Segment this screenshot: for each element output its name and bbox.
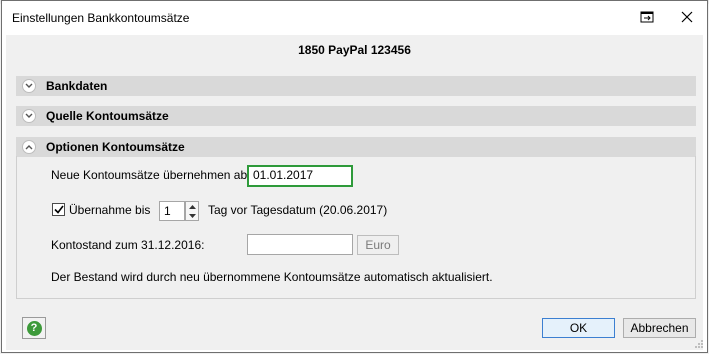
help-icon: ?	[26, 320, 42, 336]
kontostand-input[interactable]	[247, 234, 353, 255]
close-icon	[681, 11, 693, 23]
title-bar[interactable]: Einstellungen Bankkontoumsätze	[2, 1, 707, 35]
currency-unit: Euro	[357, 235, 399, 255]
spin-down-icon[interactable]	[186, 211, 198, 220]
help-button[interactable]: ?	[22, 317, 46, 339]
cancel-button[interactable]: Abbrechen	[623, 318, 696, 338]
info-text: Der Bestand wird durch neu übernommene K…	[51, 270, 493, 284]
section-label: Quelle Kontoumsätze	[46, 109, 169, 123]
spin-up-icon[interactable]	[186, 202, 198, 211]
section-quelle-kontoumsaetze[interactable]: Quelle Kontoumsätze	[16, 106, 696, 126]
account-title: 1850 PayPal 123456	[298, 43, 411, 57]
uebernahme-checkbox[interactable]	[52, 203, 65, 216]
settings-dialog: Einstellungen Bankkontoumsätze 1850 PayP…	[1, 0, 708, 353]
restore-window-icon	[640, 11, 654, 23]
dialog-content: 1850 PayPal 123456 Bankdaten Quelle Kont…	[6, 35, 703, 350]
kontostand-label: Kontostand zum 31.12.2016:	[51, 238, 205, 252]
close-button[interactable]	[670, 4, 704, 30]
restore-window-button[interactable]	[630, 4, 664, 30]
options-panel: Neue Kontoumsätze übernehmen ab: 01.01.2…	[16, 156, 696, 299]
chevron-down-icon[interactable]	[22, 109, 36, 123]
chevron-up-icon[interactable]	[22, 140, 36, 154]
resize-grip-icon[interactable]	[694, 339, 704, 349]
uebernahme-label: Übernahme bis	[69, 203, 151, 217]
section-label: Optionen Kontoumsätze	[46, 140, 185, 154]
uebernahme-suffix: Tag vor Tagesdatum (20.06.2017)	[208, 203, 388, 217]
ok-button[interactable]: OK	[542, 318, 615, 338]
days-spinner[interactable]	[185, 201, 199, 221]
window-title: Einstellungen Bankkontoumsätze	[12, 11, 190, 25]
section-bankdaten[interactable]: Bankdaten	[16, 76, 696, 96]
checkmark-icon	[53, 205, 64, 214]
start-date-label: Neue Kontoumsätze übernehmen ab:	[51, 168, 251, 182]
section-optionen-kontoumsaetze[interactable]: Optionen Kontoumsätze	[16, 137, 696, 157]
start-date-input[interactable]: 01.01.2017	[247, 165, 353, 187]
section-label: Bankdaten	[46, 79, 108, 93]
chevron-down-icon[interactable]	[22, 79, 36, 93]
days-input[interactable]: 1	[159, 201, 185, 221]
